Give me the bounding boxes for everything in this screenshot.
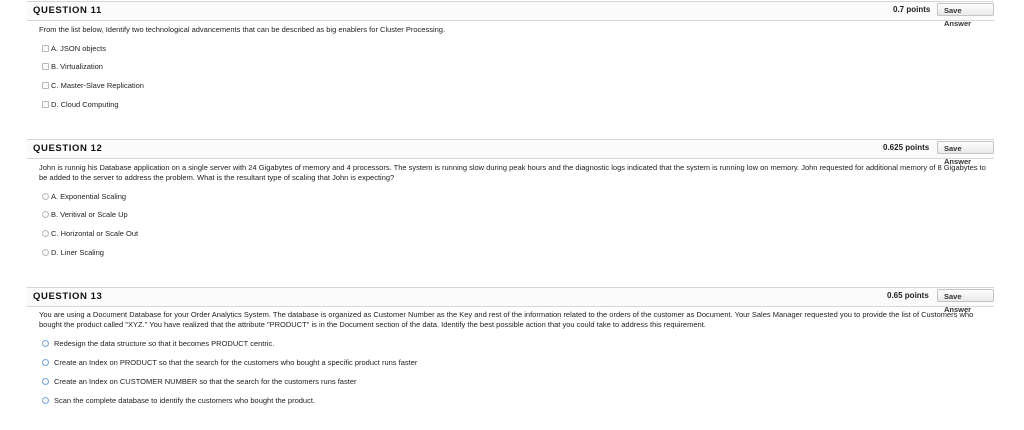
answer-option[interactable]: B. Veritival or Scale Up bbox=[42, 209, 128, 220]
answer-option[interactable]: Create an Index on CUSTOMER NUMBER so th… bbox=[42, 376, 356, 387]
option-label: A. JSON objects bbox=[51, 44, 107, 53]
question-text: John is runnig his Database application … bbox=[39, 163, 986, 182]
option-label: Create an Index on CUSTOMER NUMBER so th… bbox=[54, 377, 357, 386]
answer-option[interactable]: C. Horizontal or Scale Out bbox=[42, 228, 138, 239]
radio-button[interactable] bbox=[42, 211, 49, 218]
radio-button[interactable] bbox=[42, 193, 49, 200]
option-label: Create an Index on PRODUCT so that the s… bbox=[54, 358, 418, 367]
radio-button[interactable] bbox=[42, 359, 49, 366]
answer-option[interactable]: Create an Index on PRODUCT so that the s… bbox=[42, 357, 417, 368]
radio-button[interactable] bbox=[42, 340, 49, 347]
question-title: QUESTION 13 bbox=[33, 291, 103, 302]
answer-option[interactable]: Redesign the data structure so that it b… bbox=[42, 338, 274, 349]
radio-button[interactable] bbox=[42, 378, 49, 385]
option-label: B. Virtualization bbox=[51, 62, 103, 71]
question-points: 0.625 points bbox=[883, 143, 930, 152]
question-header: QUESTION 13 0.65 points Save Answer bbox=[27, 287, 994, 314]
answer-option[interactable]: C. Master-Slave Replication bbox=[42, 80, 144, 91]
answer-option[interactable]: A. Exponential Scaling bbox=[42, 191, 126, 202]
radio-button[interactable] bbox=[42, 397, 49, 404]
option-label: D. Cloud Computing bbox=[51, 100, 119, 109]
checkbox[interactable] bbox=[42, 82, 49, 89]
option-label: B. Veritival or Scale Up bbox=[51, 210, 128, 219]
checkbox[interactable] bbox=[42, 45, 49, 52]
question-points: 0.65 points bbox=[887, 291, 929, 300]
radio-button[interactable] bbox=[42, 230, 49, 237]
question-text: From the list below, Identify two techno… bbox=[39, 25, 446, 34]
answer-option[interactable]: Scan the complete database to identify t… bbox=[42, 395, 315, 406]
save-answer-button[interactable]: Save Answer bbox=[937, 289, 994, 314]
answer-option[interactable]: A. JSON objects bbox=[42, 43, 106, 54]
answer-option[interactable]: B. Virtualization bbox=[42, 61, 103, 72]
option-label: C. Master-Slave Replication bbox=[51, 81, 144, 90]
answer-option[interactable]: D. Liner Scaling bbox=[42, 247, 104, 258]
question-text: You are using a Document Database for yo… bbox=[39, 310, 974, 329]
checkbox[interactable] bbox=[42, 101, 49, 108]
question-title: QUESTION 11 bbox=[33, 5, 102, 16]
option-label: D. Liner Scaling bbox=[51, 248, 104, 257]
answer-option[interactable]: D. Cloud Computing bbox=[42, 99, 119, 110]
checkbox[interactable] bbox=[42, 63, 49, 70]
question-header: QUESTION 11 0.7 points Save Answer bbox=[27, 1, 994, 28]
save-answer-button[interactable]: Save Answer bbox=[937, 141, 994, 166]
question-points: 0.7 points bbox=[893, 5, 931, 14]
radio-button[interactable] bbox=[42, 249, 49, 256]
save-answer-button[interactable]: Save Answer bbox=[937, 3, 994, 28]
question-header: QUESTION 12 0.625 points Save Answer bbox=[27, 139, 994, 166]
question-title: QUESTION 12 bbox=[33, 143, 103, 154]
option-label: C. Horizontal or Scale Out bbox=[51, 229, 139, 238]
option-label: Redesign the data structure so that it b… bbox=[54, 339, 275, 348]
option-label: Scan the complete database to identify t… bbox=[54, 396, 315, 405]
option-label: A. Exponential Scaling bbox=[51, 192, 127, 201]
